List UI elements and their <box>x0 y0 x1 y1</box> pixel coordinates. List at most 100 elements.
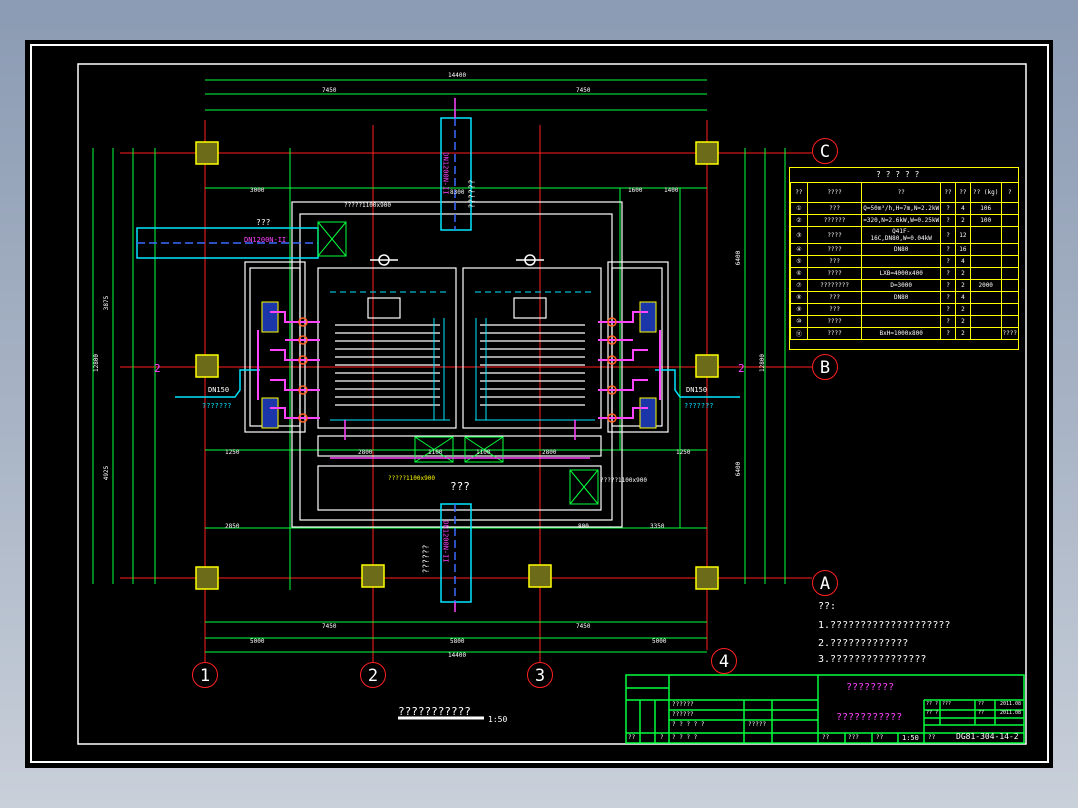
table-cell: ? <box>940 279 956 292</box>
table-cell: 4 <box>954 291 971 304</box>
table-cell: 12 <box>954 226 971 244</box>
table-cell <box>969 226 1002 244</box>
equipment-table-grid: ?? ???? ?? ?? ?? ?? (kg) ? ①??? Q=50m³/h,… <box>790 182 1020 340</box>
tb-cell-15: ? <box>660 734 664 741</box>
table-cell <box>1000 279 1020 292</box>
table-cell: 2000 <box>969 279 1002 292</box>
hatch-note-mid: ?????1100x900 <box>388 475 435 482</box>
equipment-table-body: ①??? Q=50m³/h,H=7m,N=2.2kW? 4 106 ②?????? =32… <box>790 202 1020 340</box>
dim-row-a: 1250 <box>225 449 240 456</box>
pump-group-left <box>257 301 320 429</box>
table-cell: 2 <box>954 327 971 340</box>
table-row: ⑧??? DN80? 4 <box>790 291 1020 304</box>
dn150-right: DN150 <box>686 386 708 394</box>
table-cell: ⑤ <box>790 255 808 268</box>
table-cell: ? <box>940 315 956 328</box>
grid-bubble-1: 1 <box>192 662 218 688</box>
table-cell: Q=50m³/h,H=7m,N=2.2kW <box>861 202 942 215</box>
hatch-note-top: ?????1100x900 <box>344 202 391 209</box>
table-row: ⑨???? 2 <box>790 303 1020 316</box>
table-cell: ??? <box>806 255 863 268</box>
dim-top-right: 7450 <box>576 87 591 94</box>
table-cell <box>969 267 1002 280</box>
table-cell: 2 <box>954 267 971 280</box>
pipe-top-label: DN1200N-II <box>441 152 450 195</box>
tb-date2: 2011.08 <box>1000 710 1022 716</box>
table-cell <box>1000 303 1020 316</box>
valves-top <box>370 254 544 266</box>
note-2: 2.????????????? <box>818 638 909 649</box>
dim-bottom-total: 14400 <box>448 652 467 659</box>
table-cell <box>1000 255 1020 268</box>
table-cell: ??? <box>806 202 863 215</box>
table-cell: D=3000 <box>861 279 942 292</box>
table-cell <box>1000 226 1020 244</box>
table-cell <box>1000 202 1020 215</box>
grid-bubble-C: C <box>812 138 838 164</box>
table-cell: ???? <box>806 327 863 340</box>
table-cell: ? <box>940 226 956 244</box>
note-1: 1.???????????????????? <box>818 620 951 631</box>
table-cell: 2 <box>954 315 971 328</box>
grid-bubble-4: 4 <box>711 648 737 674</box>
table-cell: ???????? <box>806 279 863 292</box>
tb-scale: 1:50 <box>902 734 919 742</box>
table-cell: ⑥ <box>790 267 808 280</box>
dim-lower-c: 800 <box>578 523 589 530</box>
dim-upper-c: 1400 <box>664 187 679 194</box>
table-row: ③???? Q41F-16C,DN80,W=0.04kW? 12 <box>790 226 1020 244</box>
table-cell: ? <box>940 303 956 316</box>
table-row: ⑩????? 2 <box>790 315 1020 328</box>
dim-lower-b: 3350 <box>650 523 665 530</box>
dim-upper-b: 1600 <box>628 187 643 194</box>
note-3: 3.???????????????? <box>818 654 927 665</box>
table-cell: ② <box>790 214 808 227</box>
table-cell: ⑧ <box>790 291 808 304</box>
pipe-bottom-note: ?????? <box>421 544 431 574</box>
dim-lower-a: 2850 <box>225 523 240 530</box>
hatch-note-right: ?????1100x900 <box>600 477 647 484</box>
table-cell: ? <box>940 255 956 268</box>
table-cell <box>1000 243 1020 256</box>
table-cell: ???? <box>806 226 863 244</box>
section-marker-right: 2 <box>738 362 745 375</box>
table-cell <box>861 303 942 316</box>
pipe-left-note: ??? <box>256 218 271 227</box>
table-cell: 2 <box>954 279 971 292</box>
th-unit: ?? <box>940 182 956 203</box>
table-cell <box>969 291 1002 304</box>
dim-top-left: 7450 <box>322 87 337 94</box>
table-cell: DN80 <box>861 291 942 304</box>
table-cell: ⑨ <box>790 303 808 316</box>
table-cell: BxH=1000x800 <box>861 327 942 340</box>
grid-bubble-3: 3 <box>527 662 553 688</box>
table-cell: ? <box>940 327 956 340</box>
table-cell: =320,N=2.6kW,W=0.25kW <box>861 214 942 227</box>
drain-right: ??????? <box>684 402 714 410</box>
table-cell: ⑪ <box>790 327 808 340</box>
th-weight: ?? (kg) <box>969 182 1002 203</box>
dim-left-total: 12800 <box>93 353 101 373</box>
table-row: ①??? Q=50m³/h,H=7m,N=2.2kW? 4 106 <box>790 202 1020 215</box>
section-marker-left: 2 <box>154 362 161 375</box>
notes-heading: ??: <box>818 601 837 612</box>
dim-bottom-a: 5000 <box>250 638 265 645</box>
table-cell: 4 <box>954 202 971 215</box>
dim-left-lower: 4925 <box>103 465 111 481</box>
dim-bottom-left: 7450 <box>322 623 337 630</box>
dim-bottom-b: 5000 <box>652 638 667 645</box>
table-cell: ? <box>940 243 956 256</box>
tb-cell-13: ?? <box>978 710 985 716</box>
table-cell: 106 <box>969 202 1002 215</box>
table-cell: ???? <box>806 267 863 280</box>
table-cell: 4 <box>954 255 971 268</box>
table-cell: ③ <box>790 226 808 244</box>
tb-date1: 2011.08 <box>1000 701 1022 707</box>
th-spec: ?? <box>861 182 942 203</box>
table-cell: ? <box>940 267 956 280</box>
dn150-left: DN150 <box>208 386 230 394</box>
table-cell: 100 <box>969 214 1002 227</box>
tb-drawing-no: DG81-304-14-2 <box>956 732 1019 741</box>
drawing-scale: 1:50 <box>488 715 508 724</box>
table-cell: ???? <box>806 315 863 328</box>
